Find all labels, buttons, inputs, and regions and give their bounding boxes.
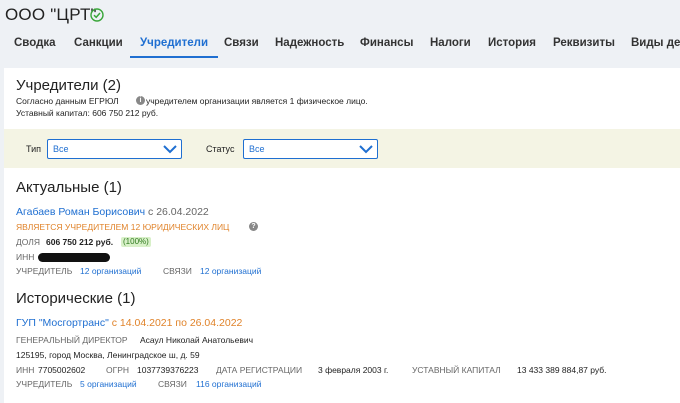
inn-label: ИНН [16,252,35,262]
director-label: Генеральный директор [16,335,128,345]
org-links-label: Связи [158,379,187,389]
current-section-title: Актуальные (1) [16,179,122,196]
tab-bar: Сводка Санкции Учредители Связи Надежнос… [0,30,680,58]
org-founder-label: Учредитель [16,379,73,389]
founder-since-date: с 26.04.2022 [148,206,209,218]
org-links-link[interactable]: 116 организаций [196,379,261,389]
historical-org-link[interactable]: ГУП "Мосгортранс" с 14.04.2021 по 26.04.… [16,317,242,329]
status-select-value: Все [249,144,265,154]
founder-note: Является учредителем 12 юридических лиц [16,222,230,232]
status-select[interactable]: Все [243,139,378,159]
tab-activities[interactable]: Виды дея [631,30,680,58]
tab-taxes[interactable]: Налоги [430,30,471,58]
org-founder-link[interactable]: 5 организаций [80,379,137,389]
top-bar: ООО "ЦРТ" Сводка Санкции Учредители Связ… [0,0,680,60]
tab-reliability[interactable]: Надежность [275,30,344,58]
historical-org-name[interactable]: ГУП "Мосгортранс" [16,317,109,329]
info-icon[interactable]: i [136,96,145,105]
founder-of-label: Учредитель [16,266,73,276]
share-percent-badge: (100%) [121,237,151,247]
authorized-capital-text: Уставный капитал: 606 750 212 руб. [16,108,159,118]
info-icon[interactable]: ? [249,222,258,231]
redacted-inn [38,253,110,262]
chevron-down-icon [359,145,373,154]
historical-period: с 14.04.2021 по 26.04.2022 [111,317,243,329]
status-label: Статус [206,144,235,154]
links-link[interactable]: 12 организаций [200,266,261,276]
org-capital-label: Уставный капитал [412,365,501,375]
org-capital-value: 13 433 389 884,87 руб. [517,365,607,375]
org-address: 125195, город Москва, Ленинградское ш, д… [16,350,200,360]
founder-person-link[interactable]: Агабаев Роман Борисович с 26.04.2022 [16,206,209,218]
org-inn-label: ИНН [16,365,35,375]
share-value: 606 750 212 руб. [46,237,114,247]
share-label: Доля [16,237,40,247]
org-reg-label: Дата регистрации [216,365,303,375]
org-inn-value: 7705002602 [38,365,86,375]
founders-source-text: Согласно данным ЕГРЮЛ [16,96,119,106]
tab-founders[interactable]: Учредители [130,30,219,58]
type-label: Тип [26,144,42,154]
org-reg-value: 3 февраля 2003 г. [318,365,389,375]
type-select[interactable]: Все [47,139,182,159]
company-title: ООО "ЦРТ" [5,5,97,24]
source-text-a: Согласно данным ЕГРЮЛ [16,96,119,106]
tab-requisites[interactable]: Реквизиты [553,30,615,58]
founder-person-name[interactable]: Агабаев Роман Борисович [16,206,145,218]
founders-title: Учредители (2) [16,77,122,94]
director-name: Асаул Николай Анатольевич [140,335,254,345]
tab-summary[interactable]: Сводка [14,30,56,58]
org-ogrn-value: 1037739376223 [137,365,199,375]
org-ogrn-label: ОГРН [106,365,130,375]
type-select-value: Все [53,144,69,154]
tab-history[interactable]: История [488,30,536,58]
chevron-down-icon [163,145,177,154]
tab-links[interactable]: Связи [224,30,259,58]
historical-section-title: Исторические (1) [16,290,136,307]
tab-finance[interactable]: Финансы [360,30,413,58]
verified-check-icon [90,8,104,22]
founder-of-link[interactable]: 12 организаций [80,266,141,276]
links-label: Связи [163,266,192,276]
founders-count-text: учредителем организации является 1 физич… [146,96,368,106]
tab-sanctions[interactable]: Санкции [74,30,123,58]
